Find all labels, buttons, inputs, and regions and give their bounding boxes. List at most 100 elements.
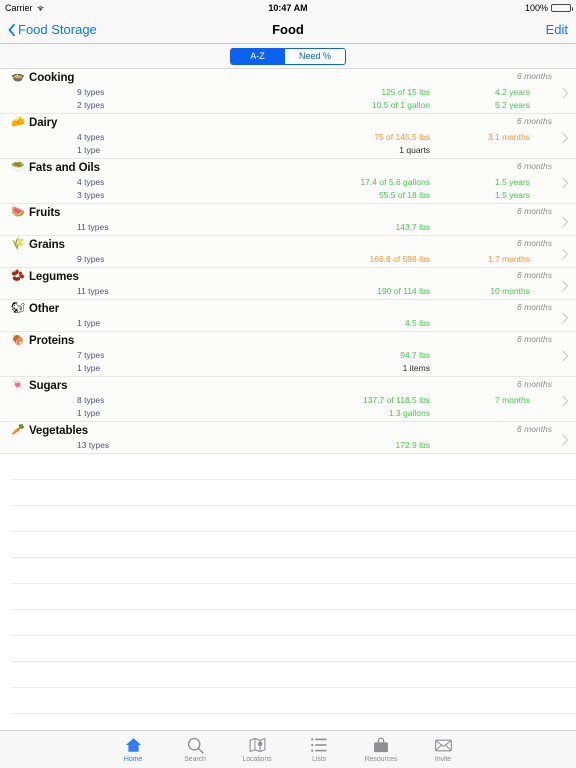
category-name: Vegetables [29, 424, 89, 437]
category-row[interactable]: 🐿 Other 6 months 1 type 4.5 lbs [0, 300, 576, 332]
fruit-basket-emoji: 🍉 [11, 206, 25, 218]
edit-button[interactable]: Edit [546, 22, 568, 37]
category-detail-row: 1 type 1 quarts [11, 143, 576, 156]
category-detail-rows: 11 types 190 of 114 lbs 10 months [11, 284, 576, 299]
category-detail-row: 1 type 4.5 lbs [11, 316, 576, 329]
types-count-label: 1 type [77, 317, 101, 328]
category-detail-row: 7 types 94.7 lbs [11, 348, 576, 361]
types-count-label: 8 types [77, 394, 105, 405]
duration-label: 1.5 years [495, 189, 530, 200]
amount-label: 17.4 of 5.6 gallons [360, 176, 430, 187]
tab-label: Home [123, 756, 143, 763]
tab-locations[interactable]: Locations [226, 736, 288, 763]
battery-percent-label: 100% [524, 3, 548, 13]
category-header: 🫘 Legumes [11, 268, 576, 284]
category-name: Dairy [29, 116, 58, 129]
empty-list-row [11, 454, 576, 480]
tab-invite[interactable]: Invite [412, 736, 474, 763]
category-detail-rows: 11 types 143.7 lbs [11, 220, 576, 235]
cooking-pot-emoji: 🍲 [11, 71, 25, 83]
category-detail-row: 9 types 166.8 of 598 lbs 1.7 months [11, 252, 576, 265]
types-count-label: 13 types [77, 439, 110, 450]
category-timespan-label: 6 months [517, 206, 552, 216]
amount-label: 1.3 gallons [388, 407, 430, 418]
category-detail-rows: 9 types 125 of 15 lbs 4.2 years 2 types 10.5… [11, 85, 576, 113]
category-list[interactable]: 🍲 Cooking 6 months 9 types 125 of 15 lbs 4.2 … [0, 69, 576, 730]
category-detail-row: 3 types 55.5 of 18 lbs 1.5 years [11, 188, 576, 201]
chevron-right-icon [562, 432, 569, 445]
tab-lists[interactable]: Lists [288, 736, 350, 763]
category-timespan-label: 6 months [517, 334, 552, 344]
back-button-label: Food Storage [18, 22, 97, 37]
types-count-label: 4 types [77, 176, 105, 187]
amount-label: 143.7 lbs [395, 221, 431, 232]
category-detail-row: 1 type 1.3 gallons [11, 406, 576, 419]
category-timespan-label: 6 months [517, 302, 552, 312]
segment-option-need[interactable]: Need % [283, 48, 346, 64]
sort-segmented-control[interactable]: A-Z Need % [229, 47, 347, 65]
category-timespan-label: 6 months [517, 270, 552, 280]
empty-list-row [11, 714, 576, 730]
amount-label: 172.9 lbs [395, 439, 431, 450]
segment-option-a-z[interactable]: A-Z [230, 48, 284, 64]
chevron-right-icon [562, 349, 569, 362]
category-timespan-label: 6 months [517, 238, 552, 248]
back-button[interactable]: Food Storage [8, 22, 97, 37]
category-row[interactable]: 🍉 Fruits 6 months 11 types 143.7 lbs [0, 204, 576, 236]
category-name: Fats and Oils [29, 161, 100, 174]
amount-label: 94.7 lbs [400, 349, 430, 360]
category-detail-row: 9 types 125 of 15 lbs 4.2 years [11, 85, 576, 98]
category-timespan-label: 6 months [517, 116, 552, 126]
category-row[interactable]: 🍬 Sugars 6 months 8 types 137.7 of 118.5 lbs… [0, 377, 576, 422]
duration-label: 10 months [490, 285, 530, 296]
category-detail-row: 13 types 172.9 lbs [11, 438, 576, 451]
category-header: 🌾 Grains [11, 236, 576, 252]
beans-emoji: 🫘 [11, 270, 25, 282]
app-root: Carrier 10:47 AM 100% Food Storage Food [0, 0, 576, 768]
carrot-emoji: 🥕 [11, 424, 25, 436]
category-timespan-label: 6 months [517, 424, 552, 434]
category-header: 🍉 Fruits [11, 204, 576, 220]
tab-label: Lists [312, 756, 326, 763]
chevron-right-icon [562, 394, 569, 407]
candy-emoji: 🍬 [11, 379, 25, 391]
types-count-label: 11 types [77, 221, 109, 232]
tab-bar[interactable]: Home Search Locations Lists Resources Invite [0, 730, 576, 768]
category-row[interactable]: 🧀 Dairy 6 months 4 types 75 of 145.5 lbs 3.1 … [0, 114, 576, 159]
squirrel-emoji: 🐿 [11, 302, 25, 314]
category-name: Other [29, 302, 60, 315]
tab-search[interactable]: Search [164, 736, 226, 763]
category-header: 🐿 Other [11, 300, 576, 316]
chevron-right-icon [562, 310, 569, 323]
category-row[interactable]: 🍲 Cooking 6 months 9 types 125 of 15 lbs 4.2 … [0, 69, 576, 114]
status-bar-right: 100% [524, 3, 573, 13]
list-icon [311, 736, 327, 754]
tab-resources[interactable]: Resources [350, 736, 412, 763]
category-row[interactable]: 🥕 Vegetables 6 months 13 types 172.9 lbs [0, 422, 576, 454]
amount-label: 166.8 of 598 lbs [369, 253, 431, 264]
battery-full-icon [551, 4, 573, 12]
category-detail-rows: 13 types 172.9 lbs [11, 438, 576, 453]
category-name: Proteins [29, 334, 75, 347]
home-icon [125, 736, 142, 754]
empty-list-row [11, 480, 576, 506]
empty-list-row [11, 662, 576, 688]
category-row[interactable]: 🌾 Grains 6 months 9 types 166.8 of 598 lbs 1.… [0, 236, 576, 268]
types-count-label: 1 type [77, 362, 101, 373]
types-count-label: 9 types [77, 86, 105, 97]
duration-label: 1.5 years [495, 176, 530, 187]
empty-list-row [11, 584, 576, 610]
category-name: Cooking [29, 71, 75, 84]
category-detail-row: 1 type 1 items [11, 361, 576, 374]
category-row[interactable]: 🥗 Fats and Oils 6 months 4 types 17.4 of 5.6… [0, 159, 576, 204]
category-name: Legumes [29, 270, 79, 283]
types-count-label: 7 types [77, 349, 105, 360]
empty-list-row [11, 532, 576, 558]
types-count-label: 1 type [77, 144, 101, 155]
category-row[interactable]: 🍖 Proteins 6 months 7 types 94.7 lbs 1 type 1 … [0, 332, 576, 377]
category-row[interactable]: 🫘 Legumes 6 months 11 types 190 of 114 lbs 10… [0, 268, 576, 300]
amount-label: 75 of 145.5 lbs [374, 131, 430, 142]
tab-home[interactable]: Home [102, 736, 164, 763]
chevron-left-icon [8, 23, 15, 36]
empty-list-row [11, 506, 576, 532]
